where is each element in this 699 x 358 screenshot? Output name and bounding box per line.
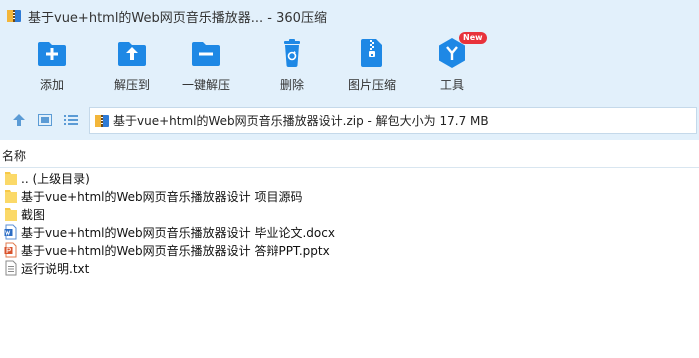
list-item[interactable]: .. (上级目录): [0, 169, 699, 187]
one-click-extract-button[interactable]: 一键解压: [164, 36, 248, 96]
image-compress-icon: [361, 39, 382, 67]
address-bar: 基于vue+html的Web网页音乐播放器设计.zip - 解包大小为 17.7…: [0, 100, 699, 140]
add-icon: [38, 42, 66, 66]
list-view-icon: [64, 115, 78, 125]
thumbnail-view-icon: [38, 114, 52, 126]
thumbnail-view-button[interactable]: [36, 111, 54, 129]
one-click-extract-icon: [192, 42, 220, 66]
extract-to-icon: [118, 42, 146, 66]
tools-button[interactable]: New 工具: [410, 32, 494, 96]
extract-to-label: 解压到: [113, 78, 150, 92]
name-column-label: 名称: [2, 149, 27, 163]
image-compress-label: 图片压缩: [347, 78, 396, 92]
extract-to-button[interactable]: 解压到: [90, 36, 174, 96]
powerpoint-icon: [4, 242, 17, 258]
folder-icon: [5, 190, 17, 203]
add-button[interactable]: 添加: [10, 36, 94, 96]
delete-icon: [284, 39, 300, 67]
one-click-extract-label: 一键解压: [181, 78, 230, 92]
list-item-name: .. (上级目录): [21, 171, 90, 186]
file-list: 名称 .. (上级目录) 基于vue+html的Web网页音乐播放器设计 项目源…: [0, 140, 699, 358]
list-item[interactable]: 基于vue+html的Web网页音乐播放器设计 项目源码: [0, 187, 699, 205]
delete-button[interactable]: 删除: [250, 36, 334, 96]
list-item-name: 基于vue+html的Web网页音乐播放器设计 项目源码: [21, 189, 303, 204]
delete-label: 删除: [279, 78, 304, 92]
list-item-name: 截图: [21, 207, 46, 222]
image-compress-button[interactable]: 图片压缩: [330, 36, 414, 96]
up-level-button[interactable]: [10, 111, 28, 129]
window-title: 基于vue+html的Web网页音乐播放器... - 360压缩: [28, 10, 327, 26]
toolbar: 添加 解压到 一键解压 删除 图片压缩 New 工具: [0, 32, 699, 100]
list-item-name: 基于vue+html的Web网页音乐播放器设计 答辩PPT.pptx: [21, 243, 330, 258]
name-column-header[interactable]: 名称: [0, 140, 699, 168]
word-doc-icon: [4, 224, 17, 240]
archive-path-text: 基于vue+html的Web网页音乐播放器设计.zip - 解包大小为 17.7…: [113, 114, 489, 128]
tools-label: 工具: [439, 78, 464, 92]
folder-icon: [5, 172, 17, 185]
title-bar: 基于vue+html的Web网页音乐播放器... - 360压缩: [0, 0, 699, 32]
list-item[interactable]: 截图: [0, 205, 699, 223]
list-item[interactable]: 基于vue+html的Web网页音乐播放器设计 答辩PPT.pptx: [0, 241, 699, 259]
path-field[interactable]: 基于vue+html的Web网页音乐播放器设计.zip - 解包大小为 17.7…: [89, 107, 697, 134]
folder-icon: [5, 208, 17, 221]
list-item-name: 运行说明.txt: [21, 261, 90, 276]
arrow-up-icon: [13, 114, 25, 126]
text-file-icon: [5, 260, 17, 276]
zip-archive-icon: [95, 114, 109, 127]
add-label: 添加: [39, 78, 64, 92]
archive-app-icon: [7, 10, 21, 22]
list-item[interactable]: 基于vue+html的Web网页音乐播放器设计 毕业论文.docx: [0, 223, 699, 241]
list-item[interactable]: 运行说明.txt: [0, 259, 699, 277]
list-view-button[interactable]: [62, 111, 80, 129]
list-item-name: 基于vue+html的Web网页音乐播放器设计 毕业论文.docx: [21, 225, 335, 240]
new-badge: New: [459, 32, 487, 44]
